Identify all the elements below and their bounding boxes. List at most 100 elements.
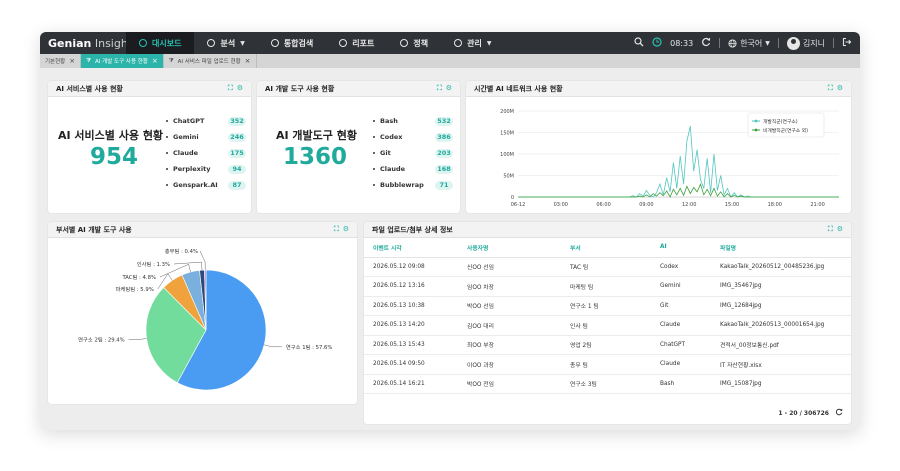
panel-title: 부서별 AI 개발 도구 사용 bbox=[56, 225, 132, 234]
item-name: Codex bbox=[380, 133, 403, 141]
cell-user: 이OO 과장 bbox=[458, 354, 561, 375]
current-time: 08:33 bbox=[670, 38, 694, 48]
table-row[interactable]: 2026.05.14 16:21 박OO 전임 연구소 3팀 Bash IMG_1508… bbox=[364, 374, 851, 394]
item-count-badge: 386 bbox=[435, 132, 453, 142]
table-row[interactable]: 2026.05.13 14:20 김OO 대리 인사 팀 Claude KakaoTal… bbox=[364, 315, 851, 336]
summary-total: 954 bbox=[90, 144, 139, 170]
expand-icon[interactable]: ⛶ bbox=[437, 84, 442, 93]
item-name: Gemini bbox=[173, 133, 199, 141]
user-menu[interactable]: 김지니 bbox=[786, 36, 825, 50]
x-tick-label: 12:00 bbox=[682, 202, 696, 208]
column-header[interactable]: 파일명 bbox=[711, 238, 851, 258]
app-window: Genian Insights E 대시보드 분석 ▼ 통합검색 리포트 정책 관… bbox=[40, 32, 860, 430]
table-row[interactable]: 2026.05.12 09:08 신OO 선임 TAC 팀 Codex KakaoTal… bbox=[364, 257, 851, 277]
expand-icon[interactable]: ⛶ bbox=[828, 225, 833, 234]
table-row[interactable]: 2026.05.13 10:38 박OO 선임 연구소 1 팀 Git IMG_1268… bbox=[364, 296, 851, 316]
nav-integrated-search[interactable]: 통합검색 bbox=[258, 32, 326, 54]
nav-policy[interactable]: 정책 bbox=[387, 32, 441, 54]
chart-legend: 개발직군(연구소) 비개발직군(연구소 외) bbox=[747, 112, 825, 138]
nav-management[interactable]: 관리 ▼ bbox=[441, 32, 504, 54]
search-icon[interactable] bbox=[634, 37, 644, 49]
table-row[interactable]: 2026.05.13 15:43 최OO 부장 영업 2팀 ChatGPT 견적서_00… bbox=[364, 335, 851, 355]
cell-filename: KakaoTalk_20260513_00001654.jpg bbox=[711, 315, 851, 336]
item-count-badge: 352 bbox=[228, 116, 246, 126]
nav-dashboard[interactable]: 대시보드 bbox=[126, 32, 195, 54]
cell-dept: 총무 팀 bbox=[561, 354, 651, 375]
hourly-network-line-chart: 0 50M 100M 150M 200M 06-12 03:00 06:00 09:00 12:0… bbox=[500, 109, 839, 208]
cell-filename: KakaoTalk_20260512_00485236.jpg bbox=[711, 257, 851, 277]
cell-time: 2026.05.14 16:21 bbox=[364, 374, 458, 394]
refresh-icon[interactable] bbox=[701, 37, 711, 49]
item-count-badge: 94 bbox=[228, 164, 246, 174]
gear-icon[interactable]: ⚙ bbox=[446, 84, 452, 93]
filter-icon: ⧩ bbox=[86, 57, 92, 64]
tab-label: AI 개발 도구 사용 현황 bbox=[95, 59, 148, 65]
column-header[interactable]: 부서 bbox=[561, 238, 651, 258]
item-count-badge: 532 bbox=[435, 116, 453, 126]
dashboard-icon bbox=[139, 39, 147, 47]
expand-icon[interactable]: ⛶ bbox=[334, 225, 339, 234]
panel-title: AI 개발 도구 사용 현황 bbox=[265, 84, 335, 93]
cell-dept: 인사 팀 bbox=[561, 315, 651, 336]
column-header[interactable]: 이벤트 시각 bbox=[364, 238, 458, 258]
cell-ai: Git bbox=[651, 296, 711, 316]
panel-file-upload-details: 파일 업로드/첨부 상세 정보 ⛶ ⚙ 이벤트 시각 사용자명 부서 AI 파일명… bbox=[364, 222, 851, 424]
dept-pie-chart: 연구소 1팀 : 57.6% 연구소 2팀 : 29.4% 마케팅팀 : 5.9% T… bbox=[78, 247, 332, 391]
expand-icon[interactable]: ⛶ bbox=[828, 84, 833, 93]
list-item: Genspark.AI 87 bbox=[166, 177, 246, 193]
list-item: Bubblewrap 71 bbox=[373, 177, 453, 193]
series-line-1 bbox=[518, 182, 839, 198]
list-item: Codex 386 bbox=[373, 129, 453, 145]
panel-actions: ⛶ ⚙ bbox=[437, 84, 452, 93]
gear-icon[interactable]: ⚙ bbox=[837, 225, 843, 234]
close-icon[interactable]: × bbox=[152, 57, 158, 65]
language-selector[interactable]: 한국어 ▼ bbox=[728, 38, 770, 49]
list-item: Bash 532 bbox=[373, 113, 453, 129]
close-icon[interactable]: × bbox=[245, 57, 251, 65]
analysis-icon bbox=[207, 39, 216, 47]
refresh-icon[interactable] bbox=[835, 408, 843, 418]
cell-time: 2026.05.13 10:38 bbox=[364, 296, 458, 316]
pie-label: 인사팀 : 1.3% bbox=[137, 260, 170, 268]
column-header[interactable]: AI bbox=[651, 238, 711, 258]
expand-icon[interactable]: ⛶ bbox=[228, 84, 233, 93]
nav-analysis[interactable]: 분석 ▼ bbox=[194, 32, 257, 54]
caret-down-icon: ▼ bbox=[240, 39, 245, 47]
legend-label: 개발직군(연구소) bbox=[763, 118, 798, 125]
user-name: 김지니 bbox=[802, 38, 825, 48]
item-name: Claude bbox=[380, 165, 406, 173]
panel-title: 시간별 AI 네트워크 사용 현황 bbox=[474, 84, 563, 93]
table-row[interactable]: 2026.05.12 13:16 임OO 차장 마케팅 팀 Gemini IMG_354… bbox=[364, 276, 851, 297]
avatar bbox=[786, 36, 800, 50]
logout-icon[interactable] bbox=[842, 37, 852, 49]
x-tick-label: 21:00 bbox=[810, 202, 824, 208]
nav-report[interactable]: 리포트 bbox=[326, 32, 387, 54]
tab-ai-file-upload[interactable]: ⧩ AI 서비스 파일 업로드 현황 × bbox=[164, 54, 257, 68]
policy-icon bbox=[400, 39, 409, 47]
column-header[interactable]: 사용자명 bbox=[458, 238, 561, 258]
gear-icon[interactable]: ⚙ bbox=[343, 225, 349, 234]
cell-dept: 연구소 3팀 bbox=[561, 374, 651, 394]
caret-down-icon: ▼ bbox=[765, 39, 770, 47]
item-count-badge: 175 bbox=[228, 148, 246, 158]
app-logo[interactable]: Genian Insights E bbox=[40, 37, 148, 50]
panel-actions: ⛶ ⚙ bbox=[334, 225, 349, 234]
item-name: Perplexity bbox=[173, 165, 211, 173]
tab-ai-devtool-usage[interactable]: ⧩ AI 개발 도구 사용 현황 × bbox=[81, 54, 164, 68]
tab-basic-status[interactable]: 기본현황 × bbox=[40, 54, 82, 68]
clock-icon[interactable] bbox=[652, 37, 662, 49]
gear-icon[interactable]: ⚙ bbox=[837, 84, 843, 93]
item-count-badge: 87 bbox=[228, 180, 246, 190]
table-row[interactable]: 2026.05.14 09:50 이OO 과장 총무 팀 Claude IT 자산현황.… bbox=[364, 354, 851, 375]
divider bbox=[719, 38, 721, 48]
summary-total: 1360 bbox=[283, 144, 348, 170]
search-doc-icon bbox=[270, 39, 279, 47]
close-icon[interactable]: × bbox=[69, 57, 75, 65]
list-item: Claude 168 bbox=[373, 161, 453, 177]
x-tick-label: 15:00 bbox=[725, 202, 739, 208]
gear-icon[interactable]: ⚙ bbox=[237, 84, 243, 93]
cell-dept: 마케팅 팀 bbox=[561, 276, 651, 297]
item-count-badge: 71 bbox=[435, 180, 453, 190]
filter-icon: ⧩ bbox=[168, 57, 174, 64]
panel-header: AI 서비스별 사용 현황 ⛶ ⚙ bbox=[48, 81, 251, 97]
